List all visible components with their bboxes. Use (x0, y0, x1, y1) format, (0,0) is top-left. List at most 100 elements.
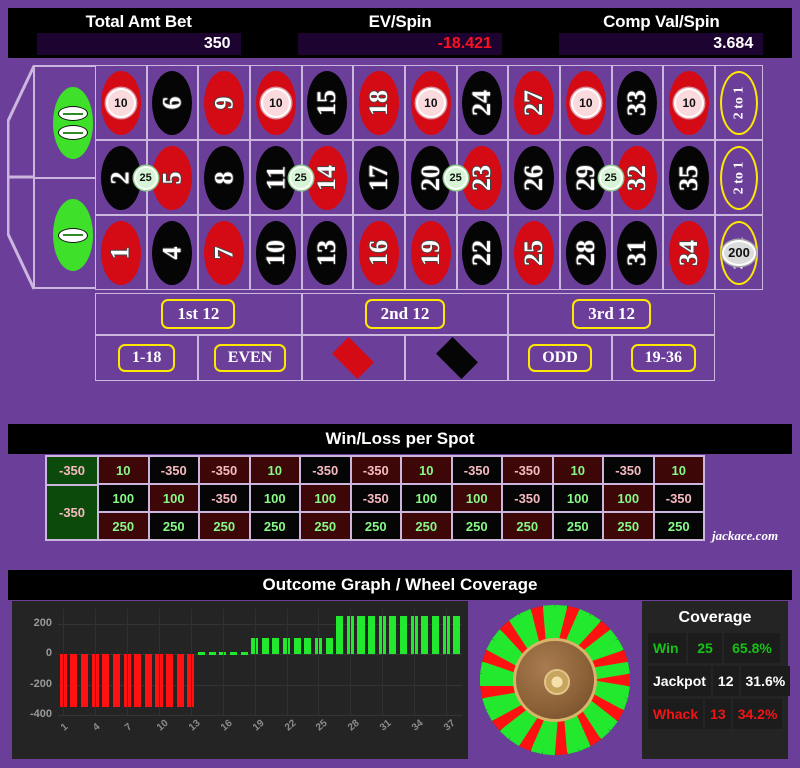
chip-10-on-36[interactable]: 10 (674, 87, 705, 118)
number-oval: 9 (204, 70, 245, 135)
chip-25-on-29[interactable]: 25 (598, 165, 623, 190)
outside-bet-red[interactable] (301, 335, 405, 381)
column-bet-1[interactable]: 2 to 1 (715, 65, 763, 140)
bet-spot-4[interactable]: 4 (146, 215, 199, 290)
coverage-label: Jackpot (648, 666, 711, 696)
bet-spot-2[interactable]: 2 25 (95, 140, 158, 215)
bet-spot-12[interactable]: 1210 (250, 65, 302, 140)
zero-glyph-icon (58, 106, 88, 121)
bet-spot-24[interactable]: 24 (456, 65, 509, 140)
bet-spot-30[interactable]: 3010 (560, 65, 612, 140)
bet-spot-19[interactable]: 19 (405, 215, 457, 290)
single-zero-oval (53, 199, 93, 271)
number-label: 22 (467, 239, 497, 266)
chip-10-on-3[interactable]: 10 (105, 87, 136, 118)
chip-25-on-20[interactable]: 25 (443, 165, 468, 190)
bet-spot-21[interactable]: 2110 (405, 65, 457, 140)
outside-bet-even[interactable]: EVEN (198, 335, 302, 381)
column-bet-3[interactable]: 2 to 1200 (715, 215, 763, 290)
outside-bet-label: EVEN (213, 344, 287, 372)
bet-spot-6[interactable]: 6 (146, 65, 199, 140)
coverage-row-jackpot: Jackpot 12 31.6% (648, 666, 791, 696)
bet-spot-00[interactable] (33, 65, 95, 177)
chip-10-on-21[interactable]: 10 (415, 87, 446, 118)
column-bet-label: 2 to 1 (730, 86, 746, 119)
bet-spot-0[interactable] (33, 177, 95, 289)
chip-10-on-12[interactable]: 10 (260, 87, 291, 118)
bet-spot-8[interactable]: 8 (198, 140, 250, 215)
x-gridline (286, 609, 288, 715)
bet-spot-29[interactable]: 29 25 (560, 140, 623, 215)
number-oval: 14 (307, 145, 348, 210)
bet-spot-11[interactable]: 11 25 (250, 140, 313, 215)
dozen-bet-label: 3rd 12 (572, 299, 652, 329)
bet-spot-9[interactable]: 9 (198, 65, 250, 140)
bet-spot-25[interactable]: 25 (508, 215, 560, 290)
bet-spot-3[interactable]: 310 (95, 65, 147, 140)
winloss-cell: -350 (199, 484, 250, 512)
chip-200-on-column-3[interactable]: 200 (722, 239, 756, 266)
chart-bar (261, 638, 269, 655)
x-axis-tick-label: 16 (218, 717, 235, 734)
number-label: 11 (260, 165, 290, 190)
bet-spot-16[interactable]: 16 (353, 215, 405, 290)
comp-val-per-spin-column: Comp Val/Spin 3.684 (531, 8, 792, 58)
bet-spot-18[interactable]: 18 (353, 65, 405, 140)
number-oval: 26 (514, 145, 555, 210)
bet-spot-13[interactable]: 13 (301, 215, 354, 290)
bet-spot-35[interactable]: 35 (663, 140, 715, 215)
outside-bet-black[interactable] (405, 335, 509, 381)
bet-spot-28[interactable]: 28 (560, 215, 612, 290)
bet-spot-22[interactable]: 22 (456, 215, 509, 290)
outside-bet-1-18[interactable]: 1-18 (95, 335, 199, 381)
bet-spot-1[interactable]: 1 (95, 215, 147, 290)
bet-spot-36[interactable]: 3610 (663, 65, 715, 140)
chip-25-on-2[interactable]: 25 (133, 165, 158, 190)
winloss-cell: -350 (350, 484, 401, 512)
dozen-bet-2[interactable]: 2nd 12 (301, 293, 509, 335)
x-axis-tick-label: 22 (282, 717, 299, 734)
bet-spot-15[interactable]: 15 (301, 65, 354, 140)
column-bet-oval: 2 to 1 (720, 145, 758, 210)
number-oval: 34 (669, 220, 710, 285)
bet-spot-20[interactable]: 20 25 (405, 140, 468, 215)
bet-spot-33[interactable]: 33 (611, 65, 664, 140)
bet-spot-31[interactable]: 31 (611, 215, 664, 290)
column-bet-2[interactable]: 2 to 1 (715, 140, 763, 215)
bet-spot-7[interactable]: 7 (198, 215, 250, 290)
x-gridline (318, 609, 320, 715)
outside-bet-19-36[interactable]: 19-36 (611, 335, 715, 381)
chart-bar (176, 654, 184, 708)
number-oval: 6 (152, 70, 193, 135)
coverage-row-whack: Whack 13 34.2% (648, 699, 783, 729)
dozen-bet-1[interactable]: 1st 12 (95, 293, 302, 335)
total-amt-bet-column: Total Amt Bet 350 (8, 8, 269, 58)
chart-bar (357, 615, 365, 655)
comp-val-per-spin-value: 3.684 (713, 35, 754, 52)
bet-spot-34[interactable]: 34 (663, 215, 715, 290)
column-bet-label: 2 to 1 (730, 161, 746, 194)
bet-spot-27[interactable]: 27 (508, 65, 560, 140)
x-gridline (127, 609, 129, 715)
x-gridline (159, 609, 160, 715)
winloss-cell: 100 (148, 484, 199, 512)
winloss-cell: 100 (300, 484, 351, 512)
diamond-wrapper (324, 337, 382, 379)
winloss-table: -350 -350 10 -350 -350 10 -350 -350 10 -350 -350… (45, 455, 705, 541)
x-gridline (95, 609, 97, 715)
chip-25-on-11[interactable]: 25 (288, 165, 313, 190)
winloss-cell: -350 (300, 456, 351, 484)
winloss-cell: 100 (451, 484, 502, 512)
bet-spot-26[interactable]: 26 (508, 140, 560, 215)
bet-spot-10[interactable]: 10 (250, 215, 302, 290)
outside-bet-odd[interactable]: ODD (508, 335, 612, 381)
bet-spot-17[interactable]: 17 (353, 140, 405, 215)
winloss-cell: 10 (552, 456, 603, 484)
number-label: 32 (622, 164, 652, 191)
dozen-bet-3[interactable]: 3rd 12 (508, 293, 715, 335)
chip-10-on-30[interactable]: 10 (570, 87, 601, 118)
number-label: 26 (519, 164, 549, 191)
number-oval: 32 (617, 145, 658, 210)
dozen-bets: 1st 12 2nd 12 3rd 12 (95, 293, 715, 335)
coverage-table: Coverage Win 25 65.8% Jackpot 12 31.6% Whack 13… (642, 601, 791, 759)
